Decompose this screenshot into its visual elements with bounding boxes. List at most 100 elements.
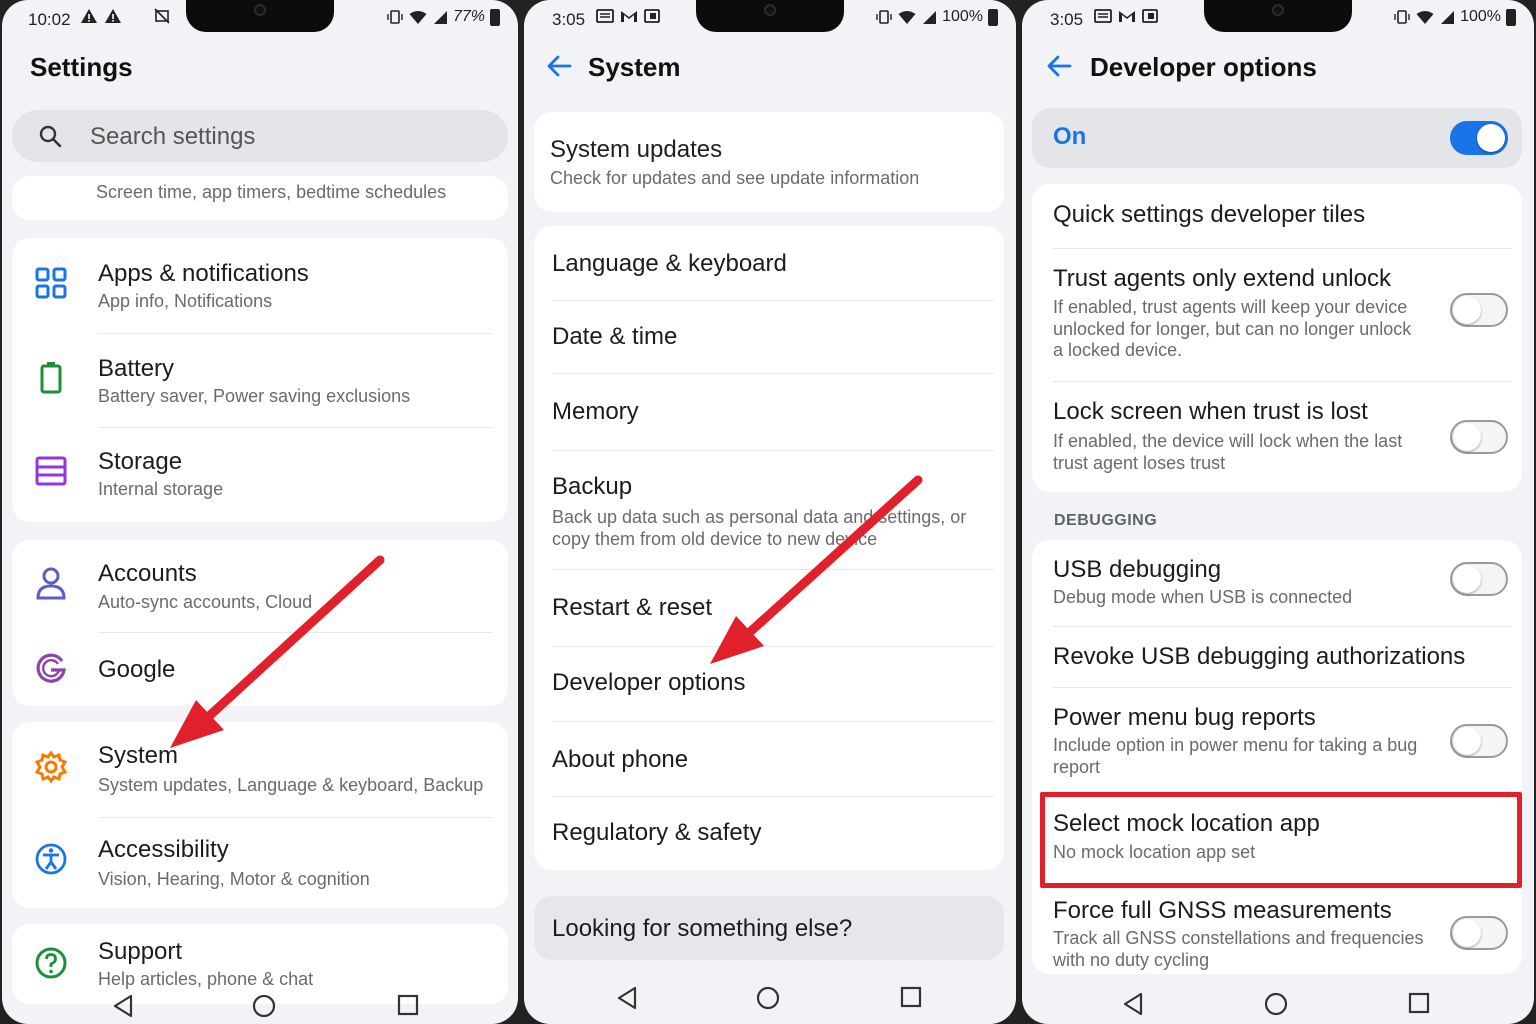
- section-header-debugging: DEBUGGING: [1054, 512, 1158, 529]
- menu-item-language[interactable]: Language & keyboard: [534, 226, 1004, 300]
- apps-grid-icon: [35, 267, 67, 299]
- screenshot-icon: [644, 9, 660, 23]
- menu-item-regulatory[interactable]: Regulatory & safety: [534, 797, 1004, 870]
- settings-item-battery[interactable]: Battery Battery saver, Power saving excl…: [12, 334, 508, 428]
- status-bar: 10:02 77%: [2, 6, 518, 32]
- warning-icon: [105, 9, 121, 23]
- item-subtitle: Screen time, app timers, bedtime schedul…: [96, 182, 447, 202]
- looking-for-something-else[interactable]: Looking for something else?: [534, 896, 1004, 960]
- menu-item-restart-reset[interactable]: Restart & reset: [534, 570, 1004, 646]
- navigation-bar: [1022, 986, 1534, 1024]
- power-menu-bug-reports-toggle[interactable]: [1450, 724, 1508, 758]
- google-icon: [36, 653, 66, 683]
- system-updates-card[interactable]: System updates Check for updates and see…: [534, 112, 1004, 212]
- dev-item-trust-agents[interactable]: Trust agents only extend unlock If enabl…: [1032, 249, 1522, 381]
- footer-label: Looking for something else?: [552, 915, 853, 942]
- developer-options-toggle[interactable]: [1450, 121, 1508, 155]
- lock-screen-toggle[interactable]: [1450, 420, 1508, 454]
- item-subtitle: If enabled, trust agents will keep your …: [1053, 297, 1412, 360]
- status-time: 10:02: [28, 10, 71, 29]
- nav-home-icon[interactable]: [252, 994, 276, 1018]
- message-icon: [1094, 9, 1112, 23]
- item-label: Quick settings developer tiles: [1053, 201, 1366, 228]
- sync-off-icon: [154, 8, 170, 24]
- item-label: Date & time: [552, 323, 678, 350]
- item-subtitle: Debug mode when USB is connected: [1053, 587, 1353, 607]
- nav-home-icon[interactable]: [1264, 992, 1288, 1016]
- item-label: About phone: [552, 746, 689, 773]
- wifi-icon: [1416, 10, 1434, 24]
- menu-item-memory[interactable]: Memory: [534, 374, 1004, 450]
- gear-icon: [34, 750, 68, 784]
- back-arrow-icon[interactable]: [546, 54, 572, 78]
- page-title: Developer options: [1090, 52, 1317, 82]
- master-switch-bar[interactable]: On: [1032, 108, 1522, 168]
- screenshot-icon: [1142, 9, 1158, 23]
- menu-item-developer-options[interactable]: Developer options: [534, 647, 1004, 721]
- dev-item-revoke-usb[interactable]: Revoke USB debugging authorizations: [1032, 627, 1522, 687]
- dev-item-usb-debugging[interactable]: USB debugging Debug mode when USB is con…: [1032, 540, 1522, 626]
- menu-item-date-time[interactable]: Date & time: [534, 301, 1004, 373]
- settings-item-storage[interactable]: Storage Internal storage: [12, 428, 508, 522]
- status-right: 100%: [875, 8, 998, 26]
- item-subtitle: App info, Notifications: [98, 291, 273, 311]
- item-subtitle: Help articles, phone & chat: [98, 969, 314, 989]
- dev-item-force-gnss[interactable]: Force full GNSS measurements Track all G…: [1032, 884, 1522, 974]
- item-subtitle: If enabled, the device will lock when th…: [1053, 431, 1403, 473]
- item-label: Accounts: [98, 560, 197, 587]
- usb-debugging-toggle[interactable]: [1450, 562, 1508, 596]
- item-label: Support: [98, 938, 183, 965]
- settings-item-system[interactable]: System System updates, Language & keyboa…: [12, 722, 508, 817]
- settings-group-accounts: Accounts Auto-sync accounts, Cloud Googl…: [12, 540, 508, 706]
- item-subtitle: Internal storage: [98, 479, 224, 499]
- settings-item-apps[interactable]: Apps & notifications App info, Notificat…: [12, 238, 508, 334]
- wifi-icon: [409, 10, 427, 24]
- item-label: Memory: [552, 398, 639, 425]
- settings-item-google[interactable]: Google: [12, 633, 508, 706]
- battery-percent: 100%: [942, 8, 983, 25]
- developer-options-debugging: USB debugging Debug mode when USB is con…: [1032, 540, 1522, 974]
- vibrate-icon: [876, 10, 892, 24]
- item-label: Revoke USB debugging authorizations: [1053, 643, 1466, 670]
- digital-wellbeing-card[interactable]: Screen time, app timers, bedtime schedul…: [12, 176, 508, 220]
- back-arrow-icon[interactable]: [1046, 54, 1072, 78]
- nav-back-icon[interactable]: [616, 986, 638, 1010]
- nav-recents-icon[interactable]: [1408, 992, 1430, 1014]
- dev-item-lock-screen[interactable]: Lock screen when trust is lost If enable…: [1032, 382, 1522, 492]
- item-label: Battery: [98, 355, 175, 382]
- settings-item-accounts[interactable]: Accounts Auto-sync accounts, Cloud: [12, 540, 508, 632]
- nav-back-icon[interactable]: [1122, 992, 1144, 1016]
- dev-item-power-menu-bug-reports[interactable]: Power menu bug reports Include option in…: [1032, 688, 1522, 792]
- nav-back-icon[interactable]: [112, 994, 134, 1018]
- status-right: 100%: [1393, 8, 1516, 26]
- search-icon: [39, 125, 62, 148]
- nav-recents-icon[interactable]: [397, 994, 419, 1016]
- menu-item-backup[interactable]: Backup Back up data such as personal dat…: [534, 451, 1004, 569]
- settings-screen: 10:02 77% Settings Search settings Scree…: [2, 0, 518, 1024]
- item-label: Lock screen when trust is lost: [1053, 398, 1368, 425]
- item-label: Restart & reset: [552, 594, 713, 621]
- battery-status-icon: [490, 8, 500, 26]
- gmail-icon: [621, 11, 637, 22]
- dev-item-quick-tiles[interactable]: Quick settings developer tiles: [1032, 184, 1522, 248]
- nav-recents-icon[interactable]: [900, 986, 922, 1008]
- system-screen: 3:05 100% System System updates Check fo…: [524, 0, 1016, 1024]
- trust-agents-toggle[interactable]: [1450, 293, 1508, 327]
- item-label: System updates: [550, 136, 723, 163]
- search-bar[interactable]: Search settings: [12, 110, 508, 162]
- force-gnss-toggle[interactable]: [1450, 916, 1508, 950]
- battery-status-icon: [988, 8, 998, 26]
- screenshot-collage: 10:02 77% Settings Search settings Scree…: [0, 0, 1536, 1024]
- vibrate-icon: [1394, 10, 1410, 24]
- nav-home-icon[interactable]: [756, 986, 780, 1010]
- settings-item-accessibility[interactable]: Accessibility Vision, Hearing, Motor & c…: [12, 818, 508, 908]
- battery-percent: 77%: [452, 8, 485, 25]
- annotation-highlight-mock-location: [1040, 792, 1522, 888]
- status-bar: 3:05 100%: [524, 6, 1016, 32]
- warning-icon: [81, 9, 97, 23]
- developer-options-general: Quick settings developer tiles Trust age…: [1032, 184, 1522, 492]
- item-subtitle: Vision, Hearing, Motor & cognition: [98, 869, 370, 889]
- menu-item-about-phone[interactable]: About phone: [534, 722, 1004, 796]
- item-subtitle: Include option in power menu for taking …: [1053, 735, 1418, 777]
- notification-icons: [596, 8, 660, 24]
